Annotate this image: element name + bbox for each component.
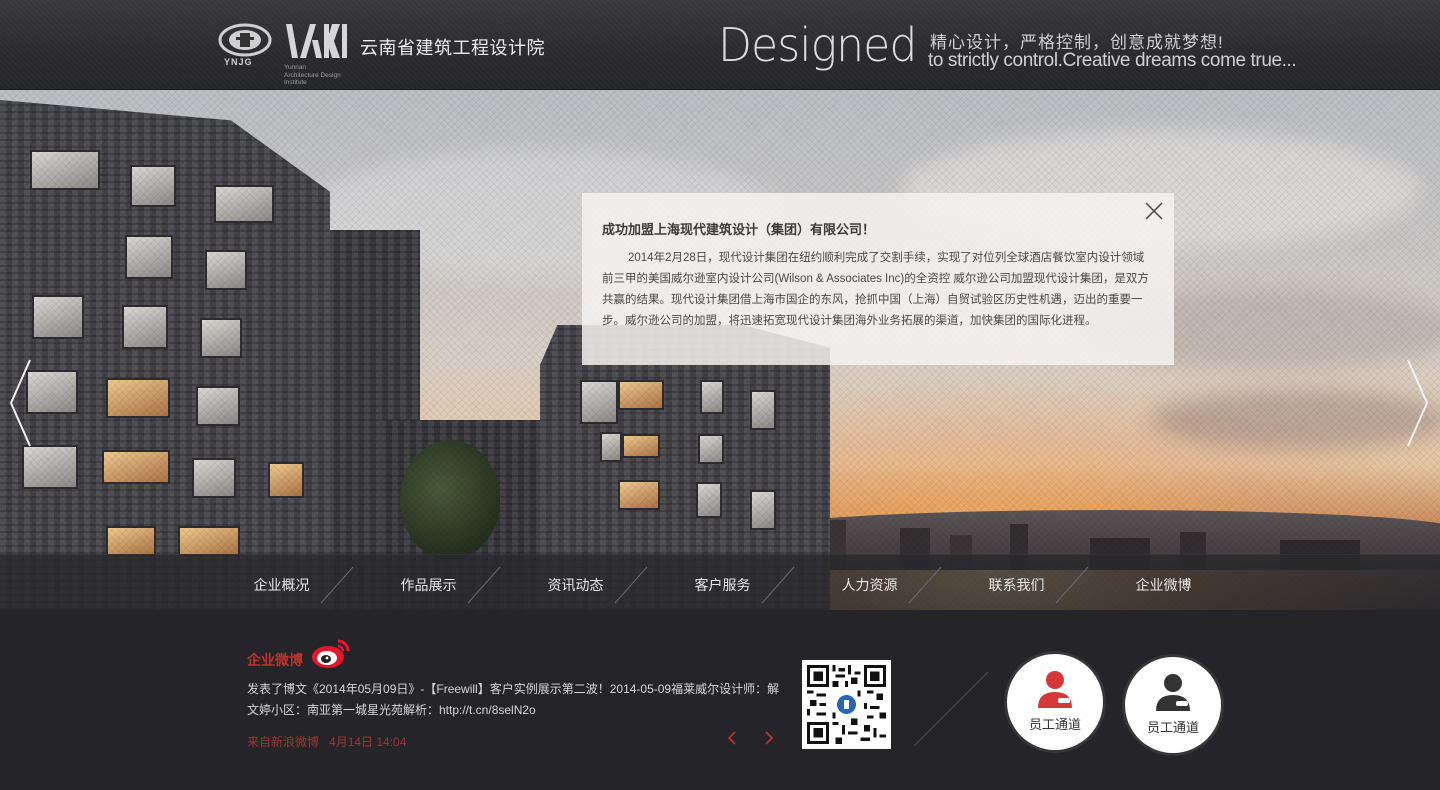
user-icon [1156, 674, 1190, 711]
nav-item-news[interactable]: 资讯动态 [502, 555, 649, 611]
nav-item-company[interactable]: 企业概况 [208, 555, 355, 611]
nav-label: 作品展示 [400, 577, 457, 593]
notice-title: 成功加盟上海现代建筑设计（集团）有限公司！ [602, 222, 876, 237]
nav-label: 人力资源 [841, 577, 898, 593]
news-notice-popup: 成功加盟上海现代建筑设计（集团）有限公司！ 2014年2月28日，现代设计集团在… [582, 193, 1174, 365]
nav-divider [908, 566, 942, 604]
close-icon[interactable] [1144, 201, 1164, 221]
logo-sub-line: Architecture Design [284, 71, 341, 79]
weibo-post-text[interactable]: 发表了博文《2014年05月09日》-【Freewill】客户实例展示第二波！2… [247, 679, 787, 721]
nav-divider [1055, 566, 1089, 604]
nav-item-works[interactable]: 作品展示 [355, 555, 502, 611]
logo-sub-line: Yunnan [284, 64, 307, 71]
nav-label: 联系我们 [988, 577, 1045, 593]
hero-prev-arrow-icon[interactable] [8, 358, 32, 448]
logo-sub-line: Institute [284, 79, 307, 86]
logo-subtitle: Yunnan Architecture Design Institute [284, 64, 374, 87]
nav-divider [467, 566, 501, 604]
nav-items: 企业概况 作品展示 资讯动态 客户服务 人力资源 联系我们 企业微博 [208, 555, 1237, 611]
slogan-english: to strictly control.Creative dreams come… [928, 50, 1297, 71]
chevron-right-icon[interactable] [762, 730, 776, 746]
site-header: YNJG Yunnan Architecture Design Institut… [0, 0, 1440, 90]
nav-item-contact[interactable]: 联系我们 [943, 555, 1090, 611]
staff-portal-button-2[interactable]: 员工通道 [1125, 657, 1221, 753]
designed-wordmark: Designed [718, 18, 917, 72]
chevron-left-icon[interactable] [725, 730, 739, 746]
portal-label: 员工通道 [1146, 720, 1199, 735]
weibo-meta: 来自新浪微博 4月14日 14:04 [247, 733, 416, 750]
nav-label: 企业概况 [253, 577, 310, 593]
footer: 企业微博 发表了博文《2014年05月09日》-【Freewill】客户实例展示… [0, 610, 1440, 790]
nav-divider [761, 566, 795, 604]
nav-item-service[interactable]: 客户服务 [649, 555, 796, 611]
weibo-icon[interactable] [310, 636, 352, 670]
notice-body: 2014年2月28日，现代设计集团在纽约顺利完成了交割手续，实现了对位列全球酒店… [602, 252, 1149, 327]
hero-next-arrow-icon[interactable] [1406, 358, 1430, 448]
portal-label: 员工通道 [1028, 717, 1081, 732]
nav-divider [320, 566, 354, 604]
main-nav: 企业概况 作品展示 资讯动态 客户服务 人力资源 联系我们 企业微博 [0, 554, 1440, 610]
nav-label: 资讯动态 [547, 577, 604, 593]
seal-text: YNJG [224, 57, 253, 67]
weibo-time: 4月14日 14:04 [329, 735, 407, 749]
nav-item-weibo[interactable]: 企业微博 [1090, 555, 1237, 611]
weibo-section-title: 企业微博 [247, 652, 303, 668]
nav-item-hr[interactable]: 人力资源 [796, 555, 943, 611]
user-icon [1038, 671, 1072, 708]
nav-divider [614, 566, 648, 604]
qr-code [802, 660, 891, 749]
company-name: 云南省建筑工程设计院 [360, 38, 545, 58]
weibo-source[interactable]: 来自新浪微博 [247, 735, 319, 749]
divider-line [913, 671, 989, 747]
qr-code-icon [807, 665, 886, 744]
nav-label: 客户服务 [694, 577, 751, 593]
adi-monogram-logo [286, 24, 347, 58]
staff-portal-button[interactable]: 员工通道 [1007, 654, 1103, 750]
nav-label: 企业微博 [1135, 577, 1192, 593]
